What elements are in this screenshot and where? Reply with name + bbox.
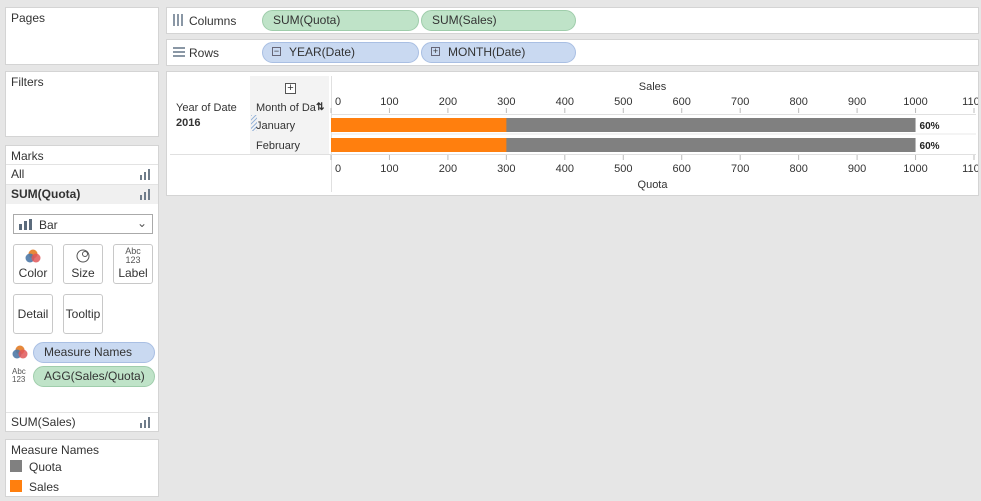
top-tick-label: 300 xyxy=(497,96,515,108)
legend-card: Measure Names Quota Sales xyxy=(5,439,159,497)
detail-label: Detail xyxy=(17,307,49,321)
color-label: Color xyxy=(18,266,48,280)
filters-title: Filters xyxy=(11,75,44,89)
marks-title: Marks xyxy=(11,149,44,163)
bottom-tick-label: 600 xyxy=(673,163,691,175)
top-tick-label: 1100 xyxy=(962,96,978,108)
pages-card[interactable]: Pages xyxy=(5,7,159,65)
top-tick-label: 100 xyxy=(380,96,398,108)
expand-icon[interactable]: + xyxy=(431,47,440,56)
row-label-january: January xyxy=(256,120,296,132)
mark-type-dropdown[interactable]: Bar ⌄ xyxy=(13,214,153,234)
bottom-tick-label: 500 xyxy=(614,163,632,175)
legend-title: Measure Names xyxy=(11,443,100,457)
bar-chart-icon xyxy=(140,169,152,180)
detail-button[interactable]: Detail xyxy=(13,294,53,334)
abc-123-icon: Abc 123 xyxy=(125,247,141,265)
color-icon xyxy=(25,249,41,266)
top-tick-label: 600 xyxy=(673,96,691,108)
top-tick-label: 0 xyxy=(335,96,341,108)
marks-sales-label: SUM(Sales) xyxy=(11,415,76,429)
pages-title: Pages xyxy=(11,11,46,25)
bar-chart: Sales Quota 0 0 100 100 200 200 300 300 400 400 500 5… xyxy=(256,81,978,191)
marks-quota-label: SUM(Quota) xyxy=(11,187,81,201)
bottom-tick-label: 100 xyxy=(380,163,398,175)
top-axis-title: Sales xyxy=(639,81,667,93)
size-icon xyxy=(75,249,91,266)
color-button[interactable]: Color xyxy=(13,244,53,284)
top-tick-label: 800 xyxy=(789,96,807,108)
collapse-icon[interactable]: − xyxy=(272,47,281,56)
bar-sales xyxy=(331,118,507,132)
data-label: 60% xyxy=(920,121,940,132)
marks-quota-tab[interactable]: SUM(Quota) xyxy=(6,184,158,204)
top-tick-label: 1000 xyxy=(903,96,927,108)
rows-label: Rows xyxy=(189,46,220,60)
size-button[interactable]: Size xyxy=(63,244,103,284)
columns-shelf[interactable]: Columns SUM(Quota) SUM(Sales) xyxy=(166,7,979,34)
marks-all-tab[interactable]: All xyxy=(6,164,158,184)
year-date-pill[interactable]: − YEAR(Date) xyxy=(262,42,419,63)
bottom-tick-label: 400 xyxy=(556,163,574,175)
bar-sales xyxy=(331,138,507,152)
chevron-down-icon: ⌄ xyxy=(136,216,147,230)
bottom-tick-label: 1000 xyxy=(903,163,927,175)
top-tick-label: 200 xyxy=(439,96,457,108)
bottom-tick-label: 700 xyxy=(731,163,749,175)
sum-quota-pill[interactable]: SUM(Quota) xyxy=(262,10,419,31)
top-tick-label: 500 xyxy=(614,96,632,108)
legend-swatch-quota xyxy=(10,460,22,472)
top-tick-label: 700 xyxy=(731,96,749,108)
agg-sales-quota-pill[interactable]: AGG(Sales/Quota) xyxy=(33,366,155,387)
bottom-tick-label: 300 xyxy=(497,163,515,175)
filters-card[interactable]: Filters xyxy=(5,71,159,137)
color-encoding-icon xyxy=(12,345,28,362)
top-tick-label: 900 xyxy=(848,96,866,108)
rows-icon xyxy=(173,47,185,61)
data-label: 60% xyxy=(920,141,940,152)
top-tick-label: 400 xyxy=(556,96,574,108)
bottom-tick-label: 200 xyxy=(439,163,457,175)
bottom-axis-title: Quota xyxy=(638,179,669,191)
columns-icon xyxy=(173,14,184,29)
bottom-tick-label: 900 xyxy=(848,163,866,175)
legend-swatch-sales xyxy=(10,480,22,492)
view-area: Year of Date + Month of Da ⇅ 2016 Sales Q… xyxy=(166,71,979,196)
label-button[interactable]: Abc 123 Label xyxy=(113,244,153,284)
measure-names-pill[interactable]: Measure Names xyxy=(33,342,155,363)
bar-chart-icon xyxy=(140,189,152,200)
tooltip-button[interactable]: Tooltip xyxy=(63,294,103,334)
label-label: Label xyxy=(118,266,148,280)
bottom-tick-label: 1100 xyxy=(962,163,978,175)
year-date-label: YEAR(Date) xyxy=(289,45,356,59)
size-label: Size xyxy=(71,266,95,280)
label-encoding-icon: Abc 123 xyxy=(12,368,26,384)
legend-label-quota: Quota xyxy=(29,460,62,474)
num-text: 123 xyxy=(12,375,26,384)
row-label-february: February xyxy=(256,140,301,152)
month-date-label: MONTH(Date) xyxy=(448,45,526,59)
legend-label-sales: Sales xyxy=(29,480,60,494)
marks-sales-tab[interactable]: SUM(Sales) xyxy=(6,412,158,432)
marks-all-label: All xyxy=(11,167,25,181)
bar-chart-icon xyxy=(140,417,152,428)
marks-card: Marks All SUM(Quota) Bar ⌄ Color Size Ab… xyxy=(5,145,159,432)
sum-sales-pill[interactable]: SUM(Sales) xyxy=(421,10,576,31)
num-text: 123 xyxy=(125,255,141,265)
mark-type-value: Bar xyxy=(39,218,58,232)
bottom-tick-label: 0 xyxy=(335,163,341,175)
columns-label: Columns xyxy=(189,14,237,28)
rows-shelf[interactable]: Rows − YEAR(Date) + MONTH(Date) xyxy=(166,39,979,66)
tooltip-label: Tooltip xyxy=(65,307,101,321)
bottom-tick-label: 800 xyxy=(789,163,807,175)
month-date-pill[interactable]: + MONTH(Date) xyxy=(421,42,576,63)
bar-mark-icon xyxy=(19,219,32,230)
